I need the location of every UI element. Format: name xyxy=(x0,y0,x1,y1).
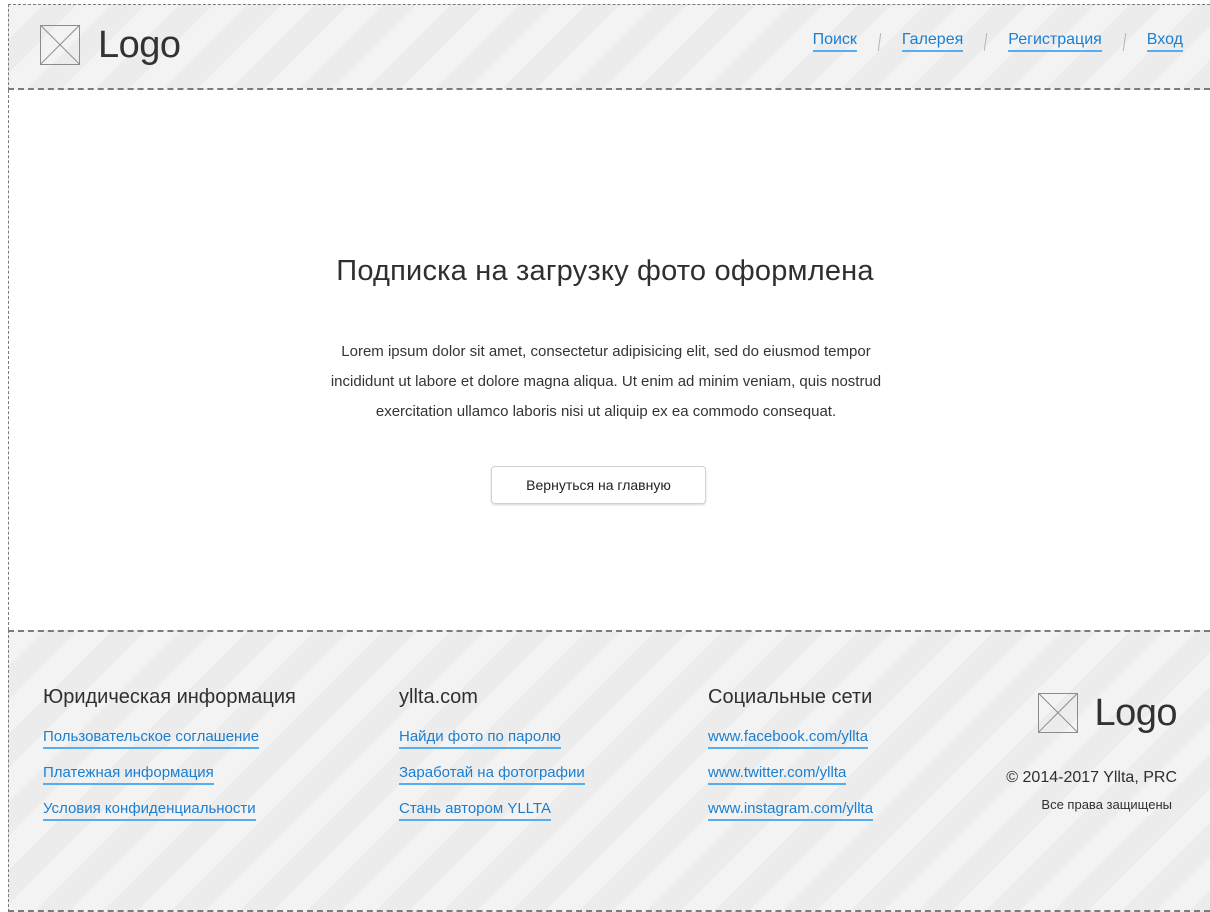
footer-column-title: Юридическая информация xyxy=(43,686,296,708)
image-placeholder-icon xyxy=(1038,693,1079,733)
page: Logo Поиск Галерея Регистрация Вход Подп… xyxy=(0,0,1210,912)
logo-text: Logo xyxy=(98,24,181,66)
become-author-link[interactable]: Стань автором YLLTA xyxy=(399,800,551,821)
footer-link-item: Условия конфиденциальности xyxy=(43,800,296,821)
footer-column-site: yllta.com Найди фото по паролю Заработай… xyxy=(399,686,585,837)
footer-link-list: Найди фото по паролю Заработай на фотогр… xyxy=(399,728,585,821)
footer-column-legal: Юридическая информация Пользовательское … xyxy=(43,686,296,837)
footer-link-item: Найди фото по паролю xyxy=(399,728,585,749)
nav-separator xyxy=(1122,33,1127,51)
footer-link-list: Пользовательское соглашение Платежная ин… xyxy=(43,728,296,821)
footer-link-item: www.twitter.com/yllta xyxy=(708,764,873,785)
site-header: Logo Поиск Галерея Регистрация Вход xyxy=(8,4,1210,90)
copyright-text: © 2014-2017 Yllta, PRC xyxy=(1006,769,1177,786)
facebook-link[interactable]: www.facebook.com/yllta xyxy=(708,728,869,749)
footer-link-list: www.facebook.com/yllta www.twitter.com/y… xyxy=(708,728,874,821)
payment-info-link[interactable]: Платежная информация xyxy=(43,764,214,785)
back-home-button[interactable]: Вернуться на главную xyxy=(491,466,706,504)
footer-link-item: Пользовательское соглашение xyxy=(43,728,296,749)
footer-link-item: Заработай на фотографии xyxy=(399,764,585,785)
footer-link-item: www.facebook.com/yllta xyxy=(708,728,873,749)
page-title: Подписка на загрузку фото оформлена xyxy=(336,255,874,287)
footer-brand: Logo © 2014-2017 Yllta, PRC Все права за… xyxy=(1006,693,1177,813)
main-description: Lorem ipsum dolor sit amet, consectetur … xyxy=(330,343,882,420)
footer-link-item: www.instagram.com/yllta xyxy=(708,800,874,821)
footer-column-social: Социальные сети www.facebook.com/yllta w… xyxy=(708,686,874,837)
footer-column-title: Социальные сети xyxy=(708,686,873,708)
nav-gallery-link[interactable]: Галерея xyxy=(901,32,964,52)
twitter-link[interactable]: www.twitter.com/yllta xyxy=(708,764,847,785)
nav-search-link[interactable]: Поиск xyxy=(812,32,857,52)
header-logo[interactable]: Logo xyxy=(40,25,181,65)
footer-link-item: Стань автором YLLTA xyxy=(399,800,585,821)
nav-separator xyxy=(877,33,882,51)
nav-separator xyxy=(984,33,988,51)
privacy-terms-link[interactable]: Условия конфиденциальности xyxy=(43,800,256,821)
rights-text: Все права защищены xyxy=(1041,797,1172,812)
find-photo-link[interactable]: Найди фото по паролю xyxy=(399,728,561,749)
main-navigation: Поиск Галерея Регистрация Вход xyxy=(812,32,1183,52)
user-agreement-link[interactable]: Пользовательское соглашение xyxy=(43,728,260,749)
footer-column-title: yllta.com xyxy=(399,686,478,708)
image-placeholder-icon xyxy=(40,25,80,65)
instagram-link[interactable]: www.instagram.com/yllta xyxy=(708,800,874,821)
earn-photos-link[interactable]: Заработай на фотографии xyxy=(399,764,585,785)
nav-login-link[interactable]: Вход xyxy=(1146,32,1183,52)
nav-registration-link[interactable]: Регистрация xyxy=(1008,32,1102,52)
site-footer: Юридическая информация Пользовательское … xyxy=(8,630,1210,912)
main-content: Подписка на загрузку фото оформлена Lore… xyxy=(0,90,1210,630)
footer-link-item: Платежная информация xyxy=(43,764,296,785)
footer-logo[interactable]: Logo xyxy=(1038,693,1177,733)
logo-text: Logo xyxy=(1094,692,1177,734)
